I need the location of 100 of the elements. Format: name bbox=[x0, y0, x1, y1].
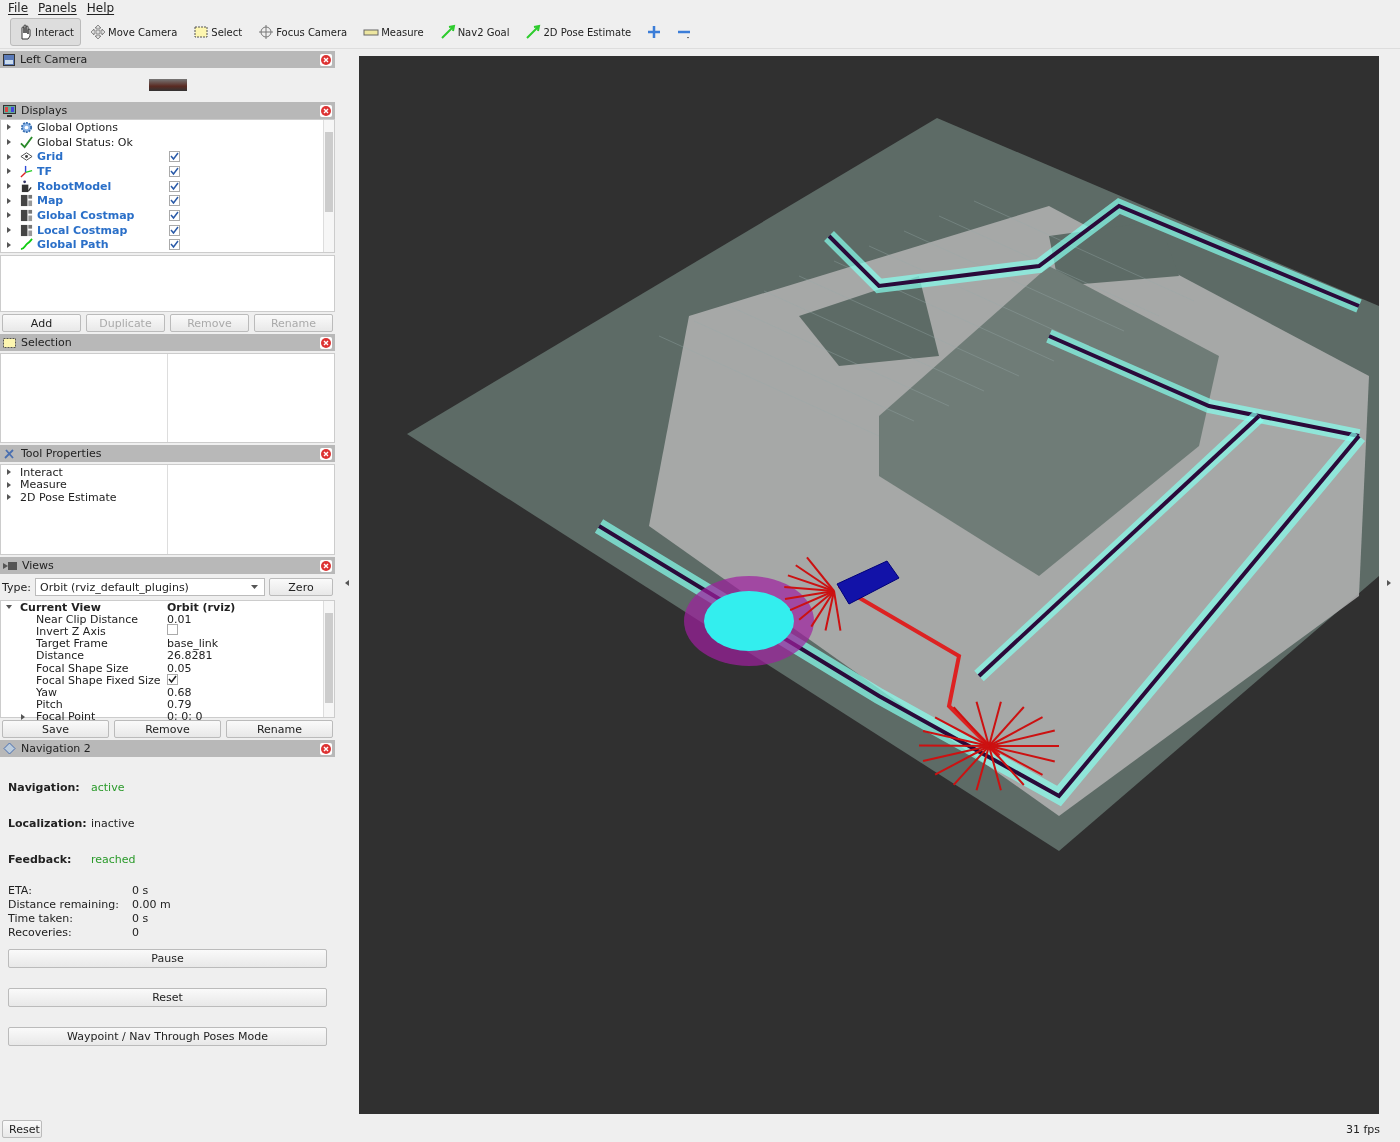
checkbox[interactable] bbox=[169, 151, 180, 163]
property-value: 0.05 bbox=[167, 661, 192, 675]
nav-button[interactable]: Pause bbox=[8, 949, 327, 968]
caret-icon bbox=[251, 584, 258, 590]
tree-item[interactable]: 2D Pose Estimate bbox=[20, 490, 117, 504]
display-label: Map bbox=[37, 194, 65, 208]
expand-arrow-icon[interactable] bbox=[6, 168, 12, 175]
stat-label: Time taken: bbox=[8, 911, 74, 925]
display-label: Global Status: Ok bbox=[37, 135, 134, 149]
display-item[interactable]: Global Path bbox=[1, 237, 323, 253]
tool-button[interactable]: Measure bbox=[356, 18, 431, 46]
type-dropdown[interactable]: Orbit (rviz_default_plugins) bbox=[35, 578, 265, 596]
property-value: 0.68 bbox=[167, 685, 192, 699]
status-value: inactive bbox=[91, 816, 135, 830]
3d-viewport[interactable] bbox=[359, 56, 1379, 1114]
zero-button[interactable]: Zero bbox=[269, 578, 333, 596]
checkbox[interactable] bbox=[169, 195, 180, 207]
expand-arrow-icon[interactable] bbox=[1386, 579, 1392, 586]
close-button[interactable] bbox=[320, 559, 332, 572]
scrollbar[interactable] bbox=[323, 120, 334, 252]
stat-value: 0 s bbox=[132, 911, 149, 925]
property-value: base_link bbox=[167, 637, 219, 651]
stat-value: 0 s bbox=[132, 883, 149, 897]
panel-title: Navigation 2 bbox=[21, 742, 92, 755]
monitor-icon bbox=[3, 104, 16, 117]
close-button[interactable] bbox=[320, 336, 332, 349]
tree-item[interactable]: Measure bbox=[20, 478, 67, 492]
close-button[interactable] bbox=[320, 104, 332, 117]
status-value: active bbox=[91, 780, 125, 794]
tool-button[interactable]: Nav2 Goal bbox=[432, 18, 517, 46]
property-name: Invert Z Axis bbox=[36, 624, 106, 638]
display-item[interactable]: Global Options bbox=[1, 120, 323, 135]
display-label: Global Path bbox=[37, 238, 110, 252]
panel-title: Tool Properties bbox=[21, 447, 103, 460]
close-button[interactable] bbox=[320, 447, 332, 460]
tool-button[interactable]: 2D Pose Estimate bbox=[518, 18, 639, 46]
checkbox[interactable] bbox=[167, 673, 178, 685]
close-button[interactable] bbox=[320, 742, 332, 755]
checkbox[interactable] bbox=[169, 180, 180, 192]
tool-button[interactable]: Interact bbox=[10, 18, 82, 46]
display-item[interactable]: Local Costmap bbox=[1, 222, 323, 238]
plus-icon bbox=[647, 25, 662, 39]
display-item[interactable]: Global Status: Ok bbox=[1, 134, 323, 150]
expand-arrow-icon[interactable] bbox=[6, 212, 12, 219]
menu-item[interactable]: File bbox=[6, 1, 31, 15]
status-label: Feedback: bbox=[8, 852, 73, 866]
image-icon bbox=[3, 53, 15, 66]
robot-icon bbox=[20, 179, 33, 193]
checkbox[interactable] bbox=[169, 165, 180, 177]
display-item[interactable]: Grid bbox=[1, 149, 323, 165]
axes-icon bbox=[20, 164, 33, 178]
display-item[interactable]: Global Costmap bbox=[1, 208, 323, 223]
status-value: reached bbox=[91, 852, 136, 866]
display-item[interactable]: Map bbox=[1, 193, 323, 209]
expand-arrow-icon[interactable] bbox=[6, 124, 12, 131]
stat-label: Distance remaining: bbox=[8, 897, 120, 911]
collapse-arrow-icon[interactable] bbox=[6, 604, 12, 611]
checkbox[interactable] bbox=[169, 209, 180, 221]
nav-button[interactable]: Waypoint / Nav Through Poses Mode bbox=[8, 1027, 327, 1046]
display-item[interactable]: TF bbox=[1, 164, 323, 179]
menu-item[interactable]: Panels bbox=[36, 1, 79, 15]
nav-button[interactable]: Reset bbox=[8, 988, 327, 1007]
tool-button[interactable]: Select bbox=[186, 18, 250, 46]
stat-value: 0.00 m bbox=[132, 897, 171, 911]
property-value: 0.01 bbox=[167, 612, 192, 626]
expand-arrow-icon[interactable] bbox=[20, 713, 26, 720]
display-item[interactable]: RobotModel bbox=[1, 178, 323, 194]
reset-button[interactable]: Reset bbox=[2, 1120, 42, 1138]
tool-button[interactable]: Move Camera bbox=[83, 18, 185, 46]
menu-item[interactable]: Help bbox=[84, 1, 117, 15]
property-name: Current View bbox=[20, 600, 101, 614]
close-button[interactable] bbox=[320, 53, 332, 66]
camera-image-placeholder bbox=[148, 79, 187, 91]
view-button[interactable]: Save bbox=[2, 720, 109, 738]
path-icon bbox=[20, 238, 33, 252]
panel-title: Views bbox=[22, 559, 55, 572]
scrollbar[interactable] bbox=[323, 601, 334, 717]
type-label: Type: bbox=[2, 580, 31, 594]
stat-label: ETA: bbox=[8, 883, 33, 897]
display-label: RobotModel bbox=[37, 179, 113, 193]
stat-label: Recoveries: bbox=[8, 925, 73, 939]
property-name: Yaw bbox=[36, 685, 57, 699]
checkbox[interactable] bbox=[169, 224, 180, 236]
arrow-icon bbox=[439, 24, 456, 40]
view-button[interactable]: Rename bbox=[226, 720, 333, 738]
camera-icon bbox=[3, 560, 17, 571]
checkbox[interactable] bbox=[167, 624, 178, 636]
fps-counter: 31 fps bbox=[1345, 1122, 1380, 1136]
tool-button[interactable]: Focus Camera bbox=[251, 18, 355, 46]
selection-icon bbox=[193, 24, 210, 40]
checkbox[interactable] bbox=[169, 239, 180, 251]
left-arrow-icon[interactable] bbox=[344, 579, 350, 586]
display-label: Local Costmap bbox=[37, 223, 129, 237]
display-label: TF bbox=[37, 164, 54, 178]
panel-button[interactable]: Add bbox=[2, 314, 81, 332]
view-button[interactable]: Remove bbox=[114, 720, 221, 738]
map-icon bbox=[20, 208, 33, 222]
panel-title: Displays bbox=[21, 104, 69, 117]
status-label: Localization: bbox=[8, 816, 88, 830]
tree-item[interactable]: Interact bbox=[20, 465, 63, 479]
